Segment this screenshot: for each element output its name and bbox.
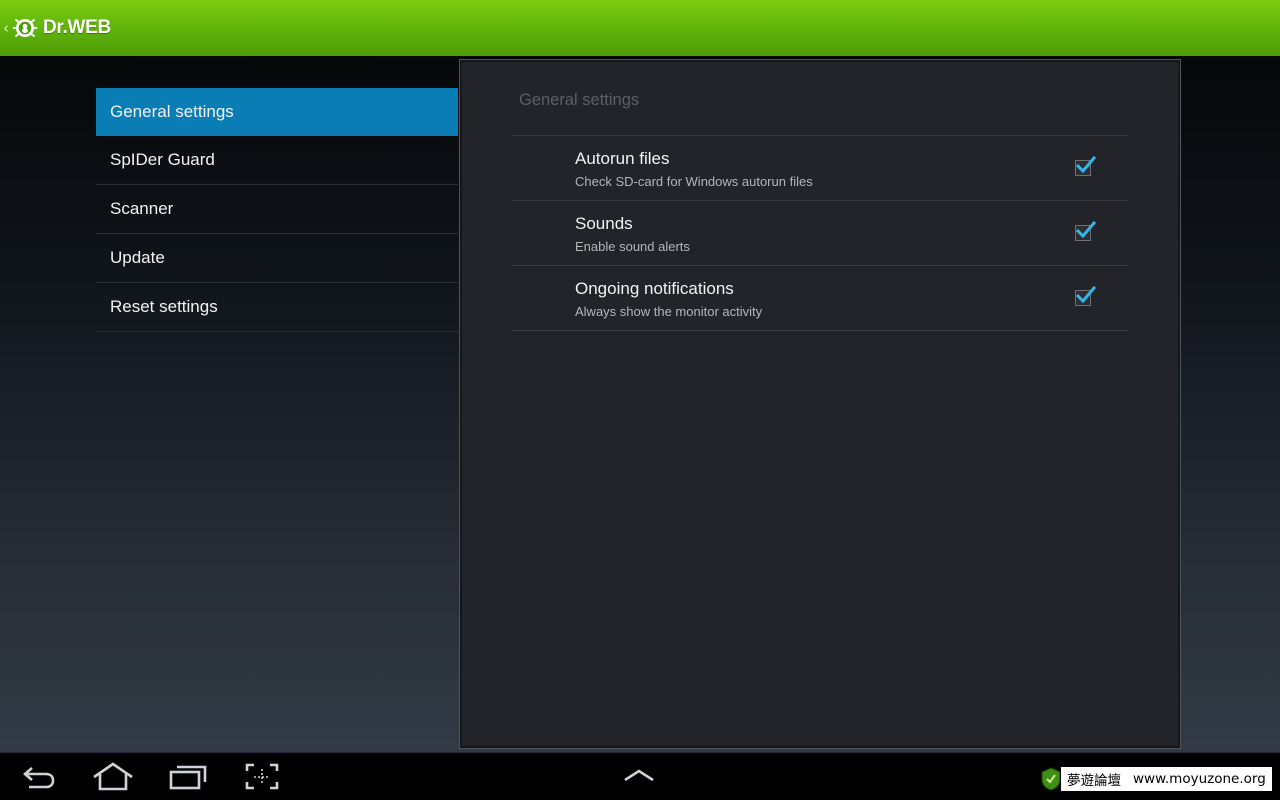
pref-ongoing-notifications[interactable]: Ongoing notifications Always show the mo… [511,266,1128,331]
action-bar: ‹ Dr.WEB [0,0,1280,56]
recent-apps-button[interactable] [168,761,208,793]
preference-list: Autorun files Check SD-card for Windows … [511,136,1128,331]
nav-item-general-settings[interactable]: General settings [96,88,458,136]
back-icon [23,767,55,789]
sounds-checkbox[interactable] [1075,220,1096,241]
pref-title: Sounds [575,214,633,233]
nav-item-spider-guard[interactable]: SpIDer Guard [96,136,458,185]
recent-apps-icon [169,765,207,790]
drweb-spider-icon [12,19,38,37]
checkmark-icon [1075,285,1096,304]
watermark-cn-text: 夢遊論壇 [1067,773,1121,789]
screenshot-icon [245,763,279,790]
back-button[interactable] [20,761,58,793]
pref-summary: Enable sound alerts [575,239,690,254]
nav-item-reset-settings[interactable]: Reset settings [96,283,458,332]
home-button[interactable] [92,761,134,793]
settings-panel: General settings Autorun files Check SD-… [459,59,1181,749]
pref-title: Autorun files [575,149,670,168]
ongoing-notifications-checkbox[interactable] [1075,285,1096,306]
pref-sounds[interactable]: Sounds Enable sound alerts [511,201,1128,266]
app-drawer-button[interactable] [622,765,656,787]
watermark: 夢遊論壇 www.moyuzone.org [1040,765,1273,793]
nav-item-label: Update [110,248,165,267]
settings-nav: General settings SpIDer Guard Scanner Up… [96,88,458,332]
checkmark-icon [1075,220,1096,239]
nav-item-update[interactable]: Update [96,234,458,283]
checkmark-icon [1075,155,1096,174]
pref-autorun-files[interactable]: Autorun files Check SD-card for Windows … [511,136,1128,201]
nav-item-label: Reset settings [110,297,218,316]
app-logo[interactable]: Dr.WEB [11,14,111,42]
autorun-files-checkbox[interactable] [1075,155,1096,176]
pref-title: Ongoing notifications [575,279,734,298]
chevron-up-icon [624,769,654,782]
screenshot-button[interactable] [244,761,280,793]
nav-item-label: Scanner [110,199,174,218]
nav-item-scanner[interactable]: Scanner [96,185,458,234]
shield-icon [1041,767,1061,791]
home-icon [93,762,133,791]
watermark-label: 夢遊論壇 www.moyuzone.org [1060,766,1273,792]
watermark-url: www.moyuzone.org [1133,771,1266,787]
nav-item-label: SpIDer Guard [110,150,215,169]
pref-summary: Check SD-card for Windows autorun files [575,174,813,189]
pref-summary: Always show the monitor activity [575,304,763,319]
nav-item-label: General settings [110,101,234,121]
up-caret-icon[interactable]: ‹ [3,19,9,37]
panel-title: General settings [519,91,640,109]
app-name: Dr.WEB [43,17,111,38]
